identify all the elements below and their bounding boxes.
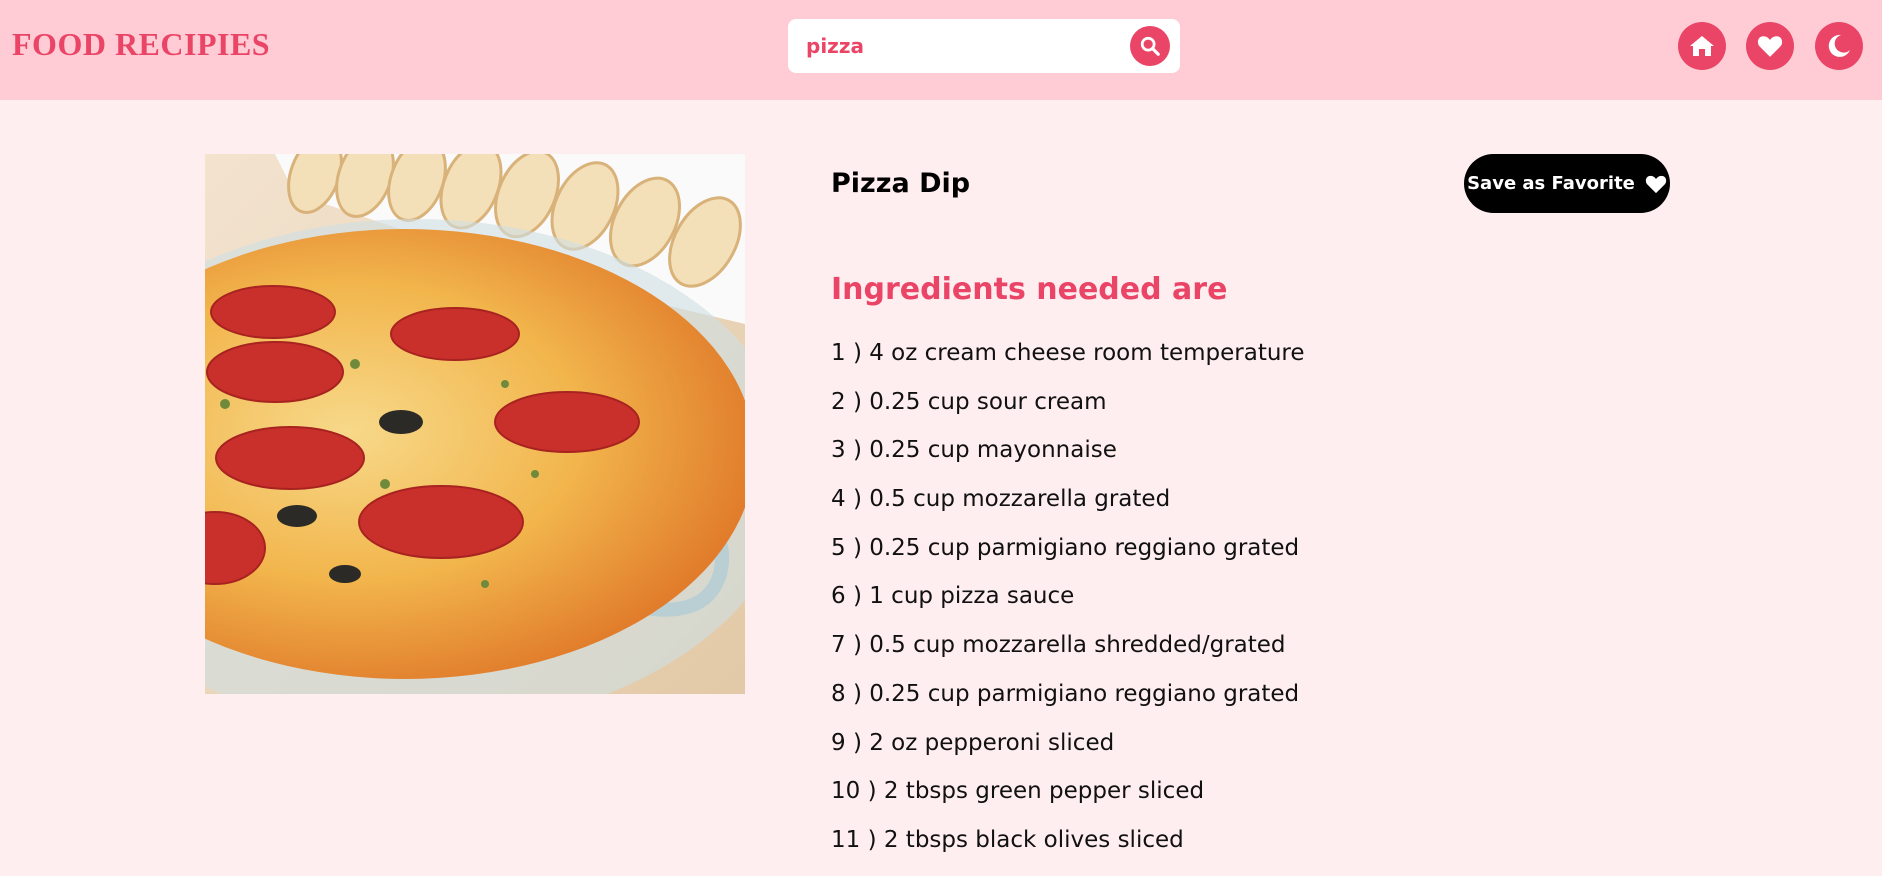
favorites-button[interactable] bbox=[1746, 22, 1794, 70]
heart-icon bbox=[1757, 36, 1783, 57]
ingredients-list: 1 ) 4 oz cream cheese room temperature 2… bbox=[831, 340, 1305, 876]
ingredient-item: 4 ) 0.5 cup mozzarella grated bbox=[831, 486, 1171, 513]
search-bar bbox=[788, 19, 1180, 73]
ingredient-item: 5 ) 0.25 cup parmigiano reggiano grated bbox=[831, 534, 1300, 561]
save-favorite-label: Save as Favorite bbox=[1467, 173, 1635, 194]
ingredient-item: 2 ) 0.25 cup sour cream bbox=[831, 388, 1107, 415]
ingredient-item: 11 ) 2 tbsps black olives sliced bbox=[831, 826, 1184, 853]
search-button[interactable] bbox=[1130, 26, 1170, 66]
brand-logo[interactable]: FOOD RECIPIES bbox=[12, 26, 270, 63]
ingredient-item: 9 ) 2 oz pepperoni sliced bbox=[831, 729, 1115, 756]
ingredients-heading: Ingredients needed are bbox=[831, 272, 1228, 307]
header: FOOD RECIPIES bbox=[0, 0, 1882, 100]
search-icon bbox=[1140, 36, 1160, 56]
save-favorite-button[interactable]: Save as Favorite bbox=[1464, 154, 1670, 213]
moon-icon bbox=[1828, 34, 1850, 57]
ingredient-item: 10 ) 2 tbsps green pepper sliced bbox=[831, 778, 1205, 805]
ingredient-item: 8 ) 0.25 cup parmigiano reggiano grated bbox=[831, 680, 1300, 707]
ingredient-item: 7 ) 0.5 cup mozzarella shredded/grated bbox=[831, 632, 1286, 659]
recipe-image bbox=[205, 154, 745, 694]
dark-mode-button[interactable] bbox=[1815, 22, 1863, 70]
search-input[interactable] bbox=[806, 29, 1106, 63]
home-icon bbox=[1690, 36, 1714, 56]
recipe-title: Pizza Dip bbox=[831, 168, 971, 199]
ingredient-item: 6 ) 1 cup pizza sauce bbox=[831, 583, 1075, 610]
ingredient-item: 1 ) 4 oz cream cheese room temperature bbox=[831, 340, 1305, 366]
heart-icon bbox=[1645, 175, 1667, 193]
home-button[interactable] bbox=[1678, 22, 1726, 70]
ingredient-item: 3 ) 0.25 cup mayonnaise bbox=[831, 437, 1117, 464]
